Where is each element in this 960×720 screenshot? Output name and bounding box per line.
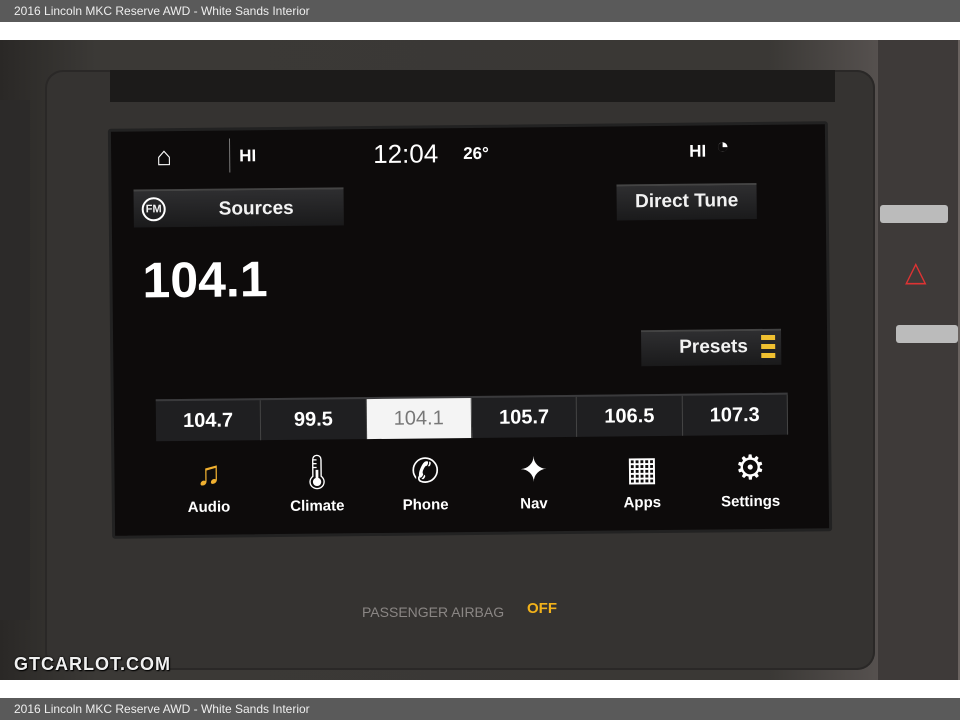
current-frequency: 104.1 xyxy=(142,251,268,309)
dock-label: Phone xyxy=(402,496,449,514)
clock: 12:04 xyxy=(372,138,439,170)
right-climate[interactable]: HI xyxy=(689,142,706,162)
preset-bar: 104.7 99.5 104.1 105.7 106.5 107.3 xyxy=(155,392,789,442)
nav-star-icon: ✦ xyxy=(519,451,549,490)
sources-button[interactable]: FM Sources xyxy=(133,187,344,228)
wifi-icon: ◔ xyxy=(715,133,730,159)
air-vent xyxy=(110,70,835,102)
button-strip[interactable] xyxy=(896,325,958,343)
watermark: GTCARLOT.COM xyxy=(14,654,171,674)
dock-label: Audio xyxy=(187,498,231,516)
caption-bottom: 2016 Lincoln MKC Reserve AWD - White San… xyxy=(0,698,960,720)
dock-phone[interactable]: ✆ Phone xyxy=(371,446,480,527)
apps-grid-icon: ▦ xyxy=(625,450,659,489)
preset-2[interactable]: 104.1 xyxy=(366,397,473,440)
dock-settings[interactable]: ⚙ Settings xyxy=(696,443,805,524)
infotainment-screen: ⌂ HI 12:04 26° HI ◔ FM Sources Direct Tu… xyxy=(107,121,833,539)
thermometer-icon: 🌡 xyxy=(295,453,339,492)
divider xyxy=(228,138,231,173)
preset-3[interactable]: 105.7 xyxy=(471,396,578,438)
preset-4[interactable]: 106.5 xyxy=(577,395,683,437)
fm-icon: FM xyxy=(141,197,166,222)
preset-5[interactable]: 107.3 xyxy=(682,394,789,436)
home-icon[interactable]: ⌂ xyxy=(156,141,172,172)
dock-label: Settings xyxy=(720,492,781,511)
preset-0[interactable]: 104.7 xyxy=(155,400,262,442)
dock-label: Nav xyxy=(520,495,548,513)
dock-label: Climate xyxy=(290,497,345,515)
music-note-icon: ♫ xyxy=(195,454,222,493)
presets-button[interactable]: Presets xyxy=(641,328,782,367)
airbag-status: OFF xyxy=(527,600,557,617)
button-strip[interactable] xyxy=(880,205,948,223)
preset-1[interactable]: 99.5 xyxy=(261,399,367,441)
direct-tune-button[interactable]: Direct Tune xyxy=(616,182,757,221)
right-panel xyxy=(878,40,958,680)
airbag-label: PASSENGER AIRBAG xyxy=(362,604,505,620)
dock-apps[interactable]: ▦ Apps xyxy=(588,444,697,525)
sources-label: Sources xyxy=(218,197,294,220)
dock-label: Apps xyxy=(623,494,662,512)
bottom-dock: ♫ Audio 🌡 Climate ✆ Phone ✦ Nav ▦ Apps ⚙ Settings xyxy=(154,443,805,530)
hazard-icon[interactable]: △ xyxy=(905,255,927,288)
outside-temperature: 26° xyxy=(463,143,489,164)
presets-label: Presets xyxy=(679,336,748,358)
gears-icon: ⚙ xyxy=(734,448,766,488)
dock-audio[interactable]: ♫ Audio xyxy=(154,448,263,529)
presets-list-icon xyxy=(761,334,776,361)
dock-nav[interactable]: ✦ Nav xyxy=(479,445,588,526)
left-climate[interactable]: HI xyxy=(239,146,256,166)
left-panel xyxy=(0,100,30,620)
phone-icon: ✆ xyxy=(410,452,440,491)
dock-climate[interactable]: 🌡 Climate xyxy=(263,447,372,528)
photo: △ ⌂ HI 12:04 26° HI ◔ FM Sources Direct … xyxy=(0,40,960,680)
status-bar: ⌂ HI 12:04 26° HI ◔ xyxy=(111,124,825,181)
caption-top: 2016 Lincoln MKC Reserve AWD - White San… xyxy=(0,0,960,22)
